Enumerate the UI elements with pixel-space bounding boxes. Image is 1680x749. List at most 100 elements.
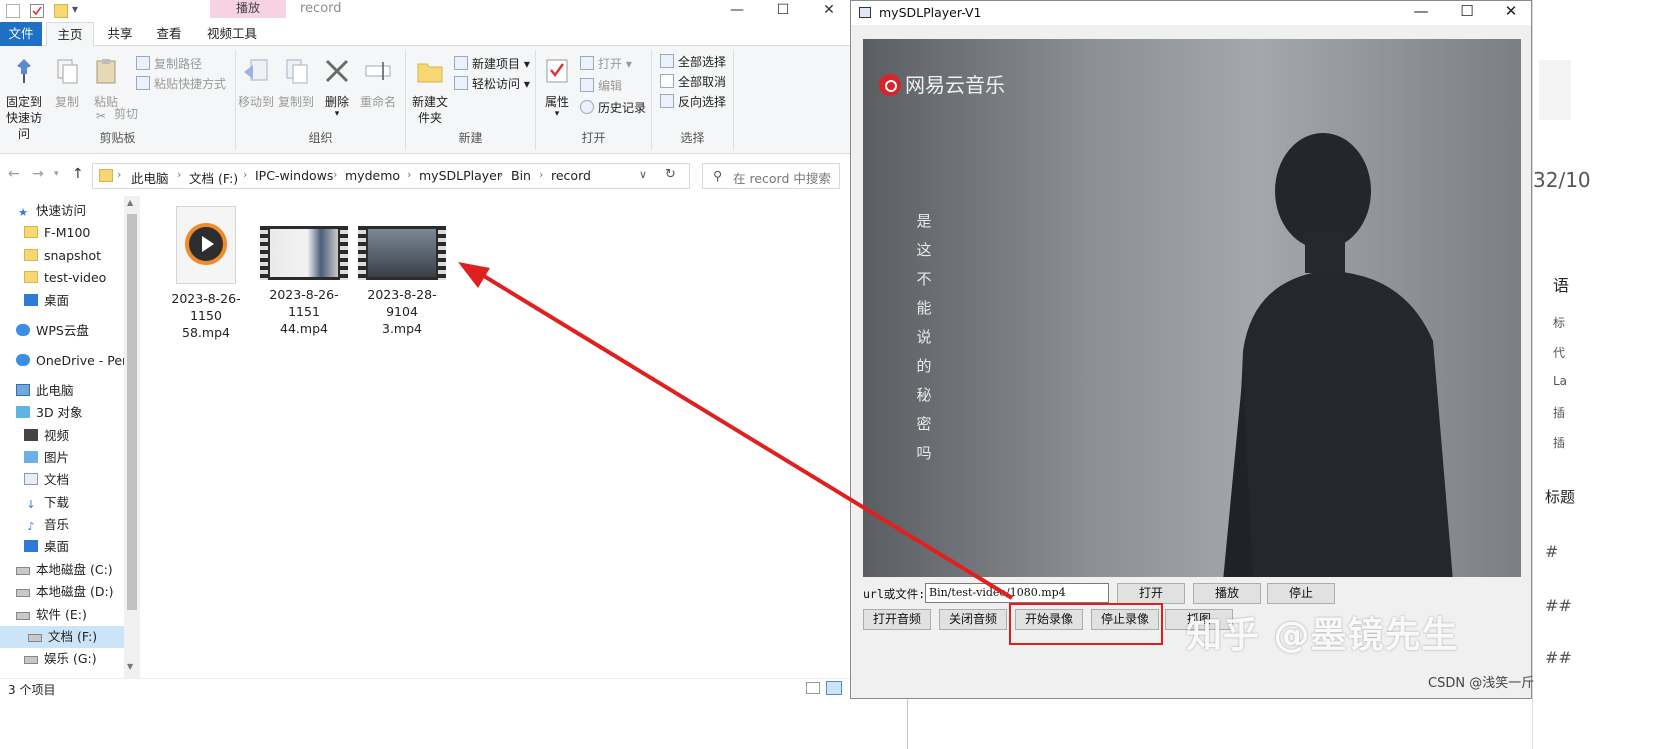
close-audio-button[interactable]: 关闭音频: [939, 609, 1007, 630]
forward-arrow-icon[interactable]: →: [32, 166, 44, 182]
sidebar-item[interactable]: 娱乐 (G:): [24, 648, 97, 670]
delete-button[interactable]: 删除 ▾: [322, 56, 352, 119]
sidebar-item[interactable]: WPS云盘: [16, 320, 89, 342]
copy-path-button[interactable]: 复制路径: [136, 54, 202, 74]
select-all-button[interactable]: 全部选择: [660, 52, 726, 72]
breadcrumb-item[interactable]: record: [551, 168, 591, 183]
sidebar-item[interactable]: 文档 (F:): [0, 626, 124, 648]
tab-video-tools[interactable]: 视频工具: [198, 22, 266, 46]
sidebar-item[interactable]: 3D 对象: [16, 402, 83, 424]
up-arrow-icon[interactable]: ↑: [72, 166, 84, 182]
sidebar-item[interactable]: ↓ 下载: [24, 492, 69, 514]
maximize-button[interactable]: ☐: [760, 0, 806, 22]
breadcrumb-item[interactable]: mySDLPlayer: [419, 168, 502, 183]
search-input[interactable]: ⚲ 在 record 中搜索: [702, 163, 840, 189]
close-button[interactable]: ✕: [806, 0, 852, 22]
breadcrumb-item[interactable]: Bin: [511, 168, 531, 183]
url-input[interactable]: Bin/test-video/1080.mp4: [925, 583, 1109, 603]
player-title: mySDLPlayer-V1: [879, 5, 982, 20]
new-folder-quick-icon[interactable]: [54, 4, 68, 18]
minimize-button[interactable]: —: [714, 0, 760, 22]
new-item-button[interactable]: 新建项目 ▾: [454, 54, 530, 74]
sidebar-item[interactable]: ♪ 音乐: [24, 514, 69, 536]
player-close-button[interactable]: ✕: [1489, 2, 1533, 20]
search-icon: ⚲: [713, 168, 723, 183]
play-button[interactable]: 播放: [1193, 583, 1261, 604]
rename-button[interactable]: 重命名: [358, 56, 398, 110]
tab-file[interactable]: 文件: [0, 22, 42, 46]
sidebar-item[interactable]: test-video: [24, 267, 106, 289]
cut-button[interactable]: ✂ 剪切: [96, 104, 138, 124]
paste-shortcut-button[interactable]: 粘贴快捷方式: [136, 74, 226, 94]
tab-share[interactable]: 共享: [98, 22, 142, 46]
sidebar-item[interactable]: 本地磁盘 (D:): [16, 581, 114, 603]
scroll-up-icon[interactable]: ▲: [127, 198, 133, 207]
move-to-button[interactable]: 移动到: [238, 56, 274, 110]
stop-button[interactable]: 停止: [1267, 583, 1335, 604]
properties-quick-icon[interactable]: [30, 4, 44, 18]
customize-quick-access-icon[interactable]: ▾: [72, 2, 78, 16]
sidebar-item-label: 图片: [44, 450, 70, 465]
properties-dropdown-icon[interactable]: ▾: [540, 110, 574, 119]
sidebar-scroll-thumb[interactable]: [127, 214, 137, 610]
open-button[interactable]: 打开 ▾: [580, 54, 632, 74]
file-item[interactable]: 2023-8-28-9104 3.mp4: [354, 194, 450, 337]
drive-icon: [16, 612, 30, 620]
sidebar-item-label: 下载: [44, 495, 70, 510]
paste-button[interactable]: 粘贴: [88, 56, 124, 110]
folder-icon: [24, 271, 38, 283]
large-icons-view-icon[interactable]: [826, 681, 842, 695]
breadcrumb-item[interactable]: IPC-windows: [255, 168, 333, 183]
sidebar-item[interactable]: 文档: [24, 469, 69, 491]
invert-selection-button[interactable]: 反向选择: [660, 92, 726, 112]
sidebar-item[interactable]: 本地磁盘 (C:): [16, 559, 113, 581]
sidebar-item-label: 音乐: [44, 517, 70, 532]
sidebar-item[interactable]: OneDrive - Perso: [16, 350, 141, 372]
sidebar-item[interactable]: 桌面: [24, 290, 69, 312]
sidebar-item[interactable]: 软件 (E:): [16, 604, 87, 626]
sidebar-item[interactable]: F-M100: [24, 222, 90, 244]
breadcrumb-item[interactable]: 此电脑: [131, 168, 169, 187]
address-bar[interactable]: › 此电脑 › 文档 (F:) › IPC-windows › mydemo ›…: [92, 163, 690, 189]
easy-access-button[interactable]: 轻松访问 ▾: [454, 74, 530, 94]
tab-view[interactable]: 查看: [146, 22, 192, 46]
open-audio-button[interactable]: 打开音频: [863, 609, 931, 630]
scroll-down-icon[interactable]: ▼: [127, 662, 133, 671]
back-arrow-icon[interactable]: ←: [8, 166, 20, 182]
details-view-icon[interactable]: [806, 682, 820, 694]
copy-button[interactable]: 复制: [50, 56, 84, 110]
search-placeholder: 在 record 中搜索: [733, 171, 831, 186]
refresh-icon[interactable]: ↻: [665, 167, 676, 182]
properties-button[interactable]: 属性 ▾: [540, 56, 574, 119]
sidebar-item[interactable]: ★ 快速访问: [16, 200, 86, 222]
edit-button[interactable]: 编辑: [580, 76, 622, 96]
recent-locations-icon[interactable]: ▾: [54, 169, 59, 179]
breadcrumb-item[interactable]: 文档 (F:): [189, 168, 238, 187]
sidebar-item[interactable]: 此电脑: [16, 380, 74, 402]
delete-dropdown-icon[interactable]: ▾: [322, 110, 352, 119]
new-folder-button[interactable]: 新建文件夹: [410, 56, 450, 126]
select-none-button[interactable]: 全部取消: [660, 72, 726, 92]
background-text: 插: [1553, 406, 1566, 420]
history-button[interactable]: 历史记录: [580, 98, 646, 118]
quick-access-icon[interactable]: [6, 4, 20, 18]
player-maximize-button[interactable]: ☐: [1445, 2, 1489, 20]
move-to-icon: [244, 59, 268, 81]
player-minimize-button[interactable]: —: [1399, 2, 1443, 20]
sidebar-item[interactable]: 桌面: [24, 536, 69, 558]
delete-x-icon: [325, 59, 349, 83]
contextual-tab-play[interactable]: 播放: [210, 0, 286, 18]
copy-to-button[interactable]: 复制到: [278, 56, 314, 110]
sidebar-item[interactable]: 视频: [24, 425, 69, 447]
breadcrumb-item[interactable]: mydemo: [345, 168, 400, 183]
file-item[interactable]: 2023-8-26-1150 58.mp4: [158, 198, 254, 341]
breadcrumb-separator-icon: ›: [117, 168, 122, 181]
cube-icon: [16, 406, 30, 418]
tab-home[interactable]: 主页: [46, 22, 94, 46]
address-dropdown-icon[interactable]: ∨: [639, 168, 647, 181]
sidebar-item[interactable]: 图片: [24, 447, 69, 469]
sidebar-item[interactable]: snapshot: [24, 245, 101, 267]
video-display[interactable]: 网易云音乐 是这不能说的秘密吗: [863, 39, 1521, 577]
file-item[interactable]: 2023-8-26-1151 44.mp4: [256, 194, 352, 337]
open-file-button[interactable]: 打开: [1117, 583, 1185, 604]
